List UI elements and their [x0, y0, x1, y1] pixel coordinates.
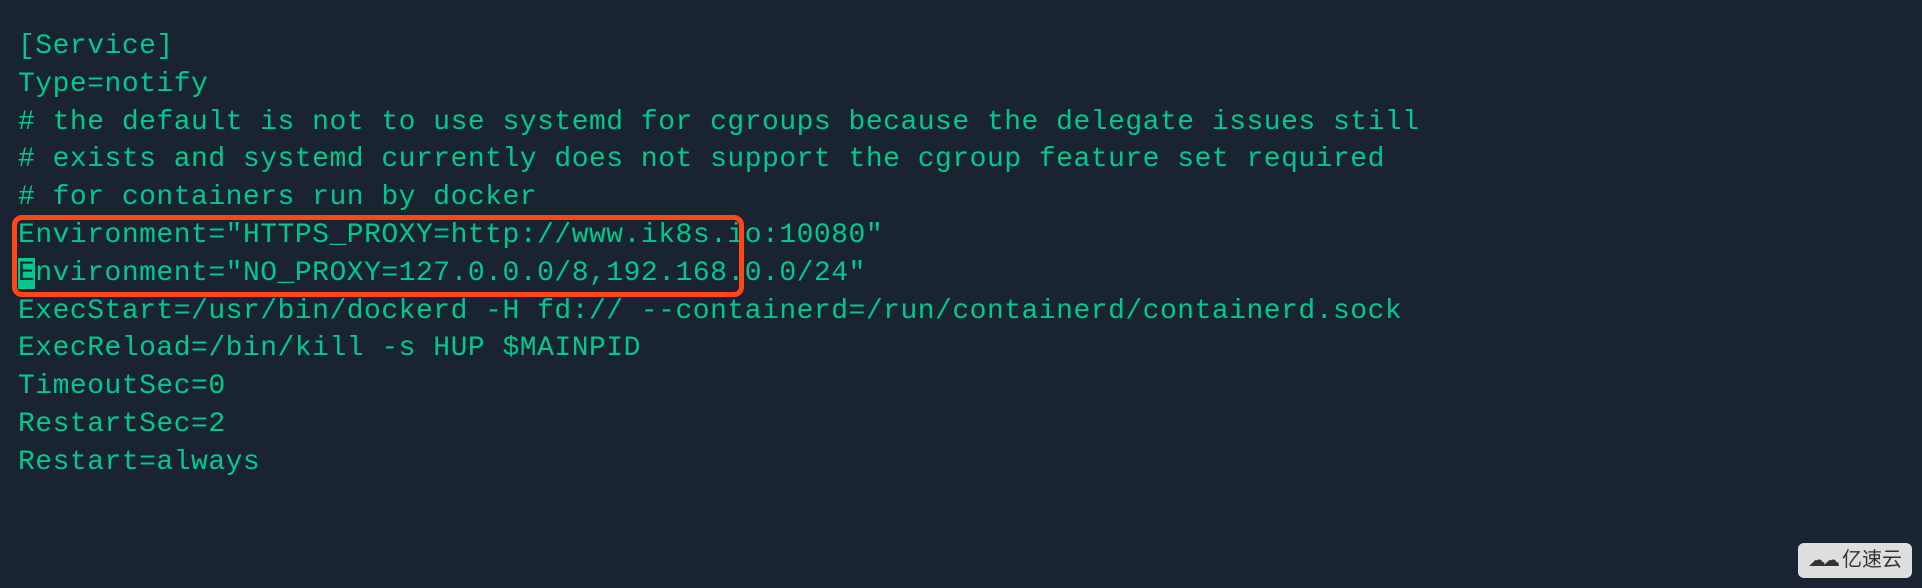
config-comment: # for containers run by docker — [18, 179, 1922, 217]
watermark-text: 亿速云 — [1842, 547, 1902, 574]
config-line: ExecReload=/bin/kill -s HUP $MAINPID — [18, 330, 1922, 368]
line-rest: nvironment="HTTPS_PROXY=http://www.ik8s.… — [35, 220, 883, 251]
config-line-env-https-proxy: Environment="HTTPS_PROXY=http://www.ik8s… — [18, 217, 1922, 255]
editor-cursor: E — [18, 258, 35, 289]
cloud-icon: ☁☁ — [1808, 548, 1836, 572]
config-line: ExecStart=/usr/bin/dockerd -H fd:// --co… — [18, 293, 1922, 331]
config-comment: # exists and systemd currently does not … — [18, 141, 1922, 179]
config-line: RestartSec=2 — [18, 406, 1922, 444]
config-line: Type=notify — [18, 66, 1922, 104]
line-char: E — [18, 220, 35, 251]
line-rest: nvironment="NO_PROXY=127.0.0.0/8,192.168… — [35, 258, 866, 289]
config-line: Restart=always — [18, 444, 1922, 482]
watermark-badge: ☁☁ 亿速云 — [1798, 543, 1912, 578]
config-line: [Service] — [18, 28, 1922, 66]
highlighted-region: Environment="HTTPS_PROXY=http://www.ik8s… — [18, 217, 1922, 293]
config-line: TimeoutSec=0 — [18, 368, 1922, 406]
text-editor[interactable]: [Service] Type=notify # the default is n… — [18, 28, 1922, 482]
config-line-env-no-proxy: Environment="NO_PROXY=127.0.0.0/8,192.16… — [18, 255, 1922, 293]
config-comment: # the default is not to use systemd for … — [18, 104, 1922, 142]
